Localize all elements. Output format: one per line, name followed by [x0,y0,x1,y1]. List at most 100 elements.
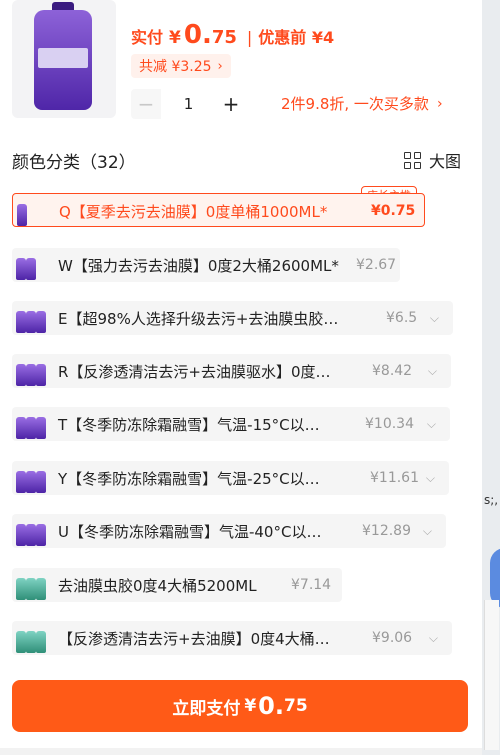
option-thumbnail [12,356,46,386]
bottle-icon [16,417,26,439]
bottle-icon [26,311,36,333]
option-price: ¥7.14 [291,577,332,593]
option-label: 去油膜虫胶0度4大桶5200ML [58,576,257,595]
multi-buy-promo[interactable]: 2件9.8折, 一次买多款 › [281,93,443,114]
option-price: ¥0.75 [371,203,416,219]
bottle-icon [16,258,26,280]
chevron-down-icon[interactable]: ⌵ [429,621,438,655]
bottle-icon [36,417,46,439]
option-label: 【反渗透清洁去污+去油膜】0度4大桶… [58,629,330,648]
floating-button-fragment [490,548,500,608]
color-option[interactable]: U【冬季防冻除霜融雪】气温-40°C以… ¥12.89 ⌵ [12,514,446,548]
grid-icon [404,151,421,169]
price-separator: | [246,28,253,47]
bottle-icon [26,578,36,600]
option-price: ¥8.42 [372,363,413,379]
chevron-right-icon: › [436,95,443,112]
pay-price-decimal: 75 [284,696,308,716]
bottle-icon [16,524,26,546]
option-thumbnail [12,463,46,493]
option-label: Q【夏季去污去油膜】0度单桶1000ML* [59,202,328,221]
bottle-icon [16,311,26,333]
color-option[interactable]: E【超98%人选择升级去污+去油膜虫胶… ¥6.5 ⌵ [12,301,453,335]
bottle-icon [26,258,36,280]
option-thumbnail [12,623,46,653]
option-thumbnail [12,516,46,546]
big-view-toggle[interactable]: 大图 [404,148,461,172]
bottle-icon [17,204,27,226]
price-integer: 0. [183,20,212,50]
currency-symbol: ¥ [169,28,181,48]
savings-text: 共减 ¥3.25 [139,59,212,75]
bottle-icon [36,631,46,653]
chevron-down-icon[interactable]: ⌵ [430,301,439,335]
savings-chip[interactable]: 共减 ¥3.25 › [131,54,231,78]
option-price: ¥6.5 [386,310,418,326]
color-option[interactable]: Q【夏季去污去油膜】0度单桶1000ML* ¥0.75 [12,193,425,227]
option-label: W【强力去污去油膜】0度2大桶2600ML* [58,256,339,275]
chevron-down-icon[interactable]: ⌵ [427,407,436,441]
color-option[interactable]: 去油膜虫胶0度4大桶5200ML ¥7.14 [12,568,342,602]
color-option[interactable]: W【强力去污去油膜】0度2大桶2600ML* ¥2.67 [12,248,400,282]
bottle-icon [36,364,46,386]
color-option[interactable]: R【反渗透清洁去污+去油膜驱水】0度… ¥8.42 ⌵ [12,354,451,388]
bottle-icon [26,471,36,493]
chevron-down-icon[interactable]: ⌵ [426,461,435,495]
option-price: ¥12.89 [362,523,411,539]
decrease-button[interactable]: − [131,89,161,119]
chevron-right-icon: › [217,58,223,74]
bottle-icon [26,417,36,439]
option-thumbnail [12,250,46,280]
quantity-value[interactable]: 1 [161,89,216,119]
bottle-icon [36,471,46,493]
increase-button[interactable]: + [216,89,246,119]
option-label: T【冬季防冻除霜融雪】气温-15°C以… [58,415,320,434]
bottle-icon [36,524,46,546]
bottom-safe-area [0,748,482,755]
big-view-label: 大图 [429,152,462,171]
bottle-icon [26,631,36,653]
bottle-label-graphic [38,48,88,68]
option-price: ¥2.67 [356,257,397,273]
bottle-icon [16,578,26,600]
promo-text: 2件9.8折, 一次买多款 [281,95,429,113]
bottle-icon [36,311,46,333]
chevron-down-icon[interactable]: ⌵ [428,354,437,388]
color-option[interactable]: Y【冬季防冻除霜融雪】气温-25°C以… ¥11.61 ⌵ [12,461,449,495]
price-before-discount: 优惠前 ¥4 [258,28,335,47]
option-label: E【超98%人选择升级去污+去油膜虫胶… [58,309,339,328]
option-label: R【反渗透清洁去污+去油膜驱水】0度… [58,362,331,381]
color-option[interactable]: T【冬季防冻除霜融雪】气温-15°C以… ¥10.34 ⌵ [12,407,450,441]
option-thumbnail [12,409,46,439]
bottle-icon [16,631,26,653]
option-label: U【冬季防冻除霜融雪】气温-40°C以… [58,522,322,541]
color-category-title: 颜色分类（32） [12,153,136,173]
background-page-strip [482,0,500,755]
price-decimal: 75 [211,27,237,48]
quantity-stepper[interactable]: − 1 + [131,89,246,119]
pay-now-button[interactable]: 立即支付 ¥ 0. 75 [12,680,468,732]
sku-selector-sheet: 实付 ¥ 0. 75 | 优惠前 ¥4 共减 ¥3.25 › − 1 + 2件9… [0,0,482,755]
bottle-icon [26,524,36,546]
chevron-down-icon[interactable]: ⌵ [423,514,432,548]
option-thumbnail [13,196,47,226]
color-option[interactable]: 【反渗透清洁去污+去油膜】0度4大桶… ¥9.06 ⌵ [12,621,452,655]
option-thumbnail [12,570,46,600]
pay-currency: ¥ [244,696,257,716]
option-price: ¥10.34 [365,416,414,432]
paid-label: 实付 [131,28,164,47]
bottle-icon [16,364,26,386]
option-price: ¥9.06 [372,630,413,646]
pay-price-integer: 0. [258,692,284,720]
bottle-icon [16,471,26,493]
pay-label: 立即支付 [172,698,241,719]
price-row: 实付 ¥ 0. 75 | 优惠前 ¥4 [131,20,334,50]
background-text-fragment: s;, [484,493,499,507]
bottle-icon [36,578,46,600]
option-label: Y【冬季防冻除霜融雪】气温-25°C以… [58,469,320,488]
option-thumbnail [12,303,46,333]
product-thumbnail[interactable] [12,0,116,118]
option-price: ¥11.61 [370,470,419,486]
bottle-icon [26,364,36,386]
background-panel-fragment [484,600,499,750]
